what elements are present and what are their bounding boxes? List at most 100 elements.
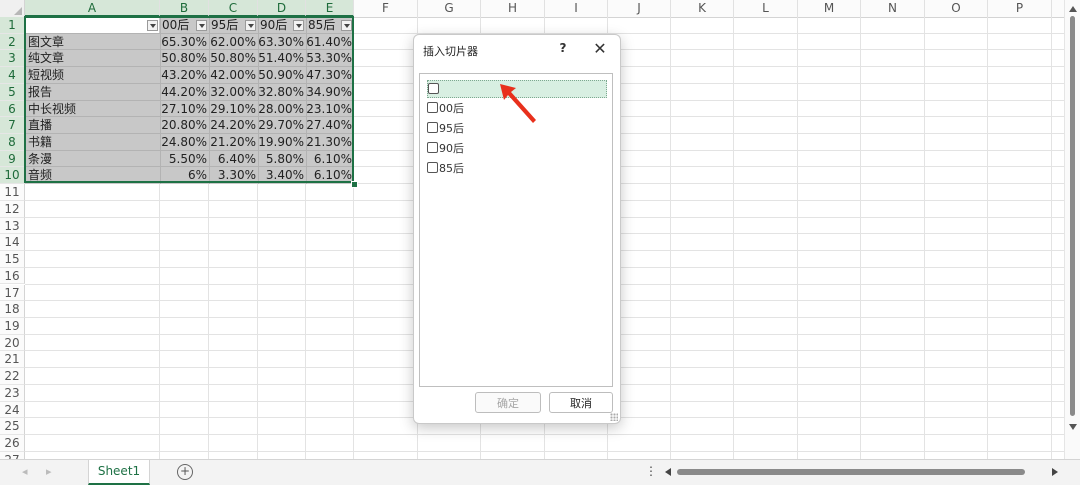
slicer-item[interactable]: 00后 <box>427 100 464 118</box>
value-cell[interactable]: 3.40% <box>258 167 306 183</box>
row-header-10[interactable]: 10 <box>0 167 25 185</box>
value-cell[interactable]: 32.80% <box>258 84 306 100</box>
value-cell[interactable]: 19.90% <box>258 134 306 150</box>
column-header-j[interactable]: J <box>608 0 671 17</box>
row-header-2[interactable]: 2 <box>0 33 25 51</box>
row-header-22[interactable]: 22 <box>0 368 25 385</box>
row-label-cell[interactable]: 书籍 <box>28 134 158 150</box>
row-header-15[interactable]: 15 <box>0 251 25 268</box>
column-header-o[interactable]: O <box>925 0 988 17</box>
checkbox-icon[interactable] <box>427 122 438 133</box>
column-header-m[interactable]: M <box>798 0 861 17</box>
row-header-23[interactable]: 23 <box>0 384 25 402</box>
row-header-13[interactable]: 13 <box>0 217 25 235</box>
slicer-item[interactable]: 85后 <box>427 160 464 178</box>
row-label-cell[interactable]: 音频 <box>28 167 158 183</box>
column-header-d[interactable]: D <box>258 0 306 17</box>
column-header-l[interactable]: L <box>734 0 798 17</box>
row-header-7[interactable]: 7 <box>0 117 25 134</box>
row-header-5[interactable]: 5 <box>0 83 25 101</box>
help-icon[interactable]: ? <box>555 41 571 55</box>
value-cell[interactable]: 51.40% <box>258 50 306 66</box>
value-cell[interactable]: 50.80% <box>209 50 258 66</box>
value-cell[interactable]: 32.00% <box>209 84 258 100</box>
value-cell[interactable]: 29.10% <box>209 101 258 117</box>
value-cell[interactable]: 6.10% <box>306 167 354 183</box>
row-header-16[interactable]: 16 <box>0 267 25 285</box>
value-cell[interactable]: 23.10% <box>306 101 354 117</box>
row-header-4[interactable]: 4 <box>0 67 25 84</box>
row-label-cell[interactable]: 直播 <box>28 117 158 133</box>
vertical-scroll-thumb[interactable] <box>1070 16 1075 416</box>
value-cell[interactable]: 5.50% <box>160 151 209 167</box>
row-header-3[interactable]: 3 <box>0 50 25 68</box>
column-header-cell[interactable]: 85后 <box>308 17 340 33</box>
value-cell[interactable]: 34.90% <box>306 84 354 100</box>
row-label-cell[interactable]: 中长视频 <box>28 101 158 117</box>
cancel-button[interactable]: 取消 <box>549 392 613 413</box>
value-cell[interactable]: 24.20% <box>209 117 258 133</box>
row-label-cell[interactable]: 短视频 <box>28 67 158 83</box>
column-header-f[interactable]: F <box>354 0 418 17</box>
row-header-12[interactable]: 12 <box>0 200 25 218</box>
scroll-left-icon[interactable] <box>665 468 671 476</box>
row-label-cell[interactable]: 条漫 <box>28 151 158 167</box>
vertical-scrollbar[interactable] <box>1064 0 1080 459</box>
slicer-item[interactable]: 95后 <box>427 120 464 138</box>
value-cell[interactable]: 27.40% <box>306 117 354 133</box>
row-header-20[interactable]: 20 <box>0 334 25 352</box>
value-cell[interactable]: 44.20% <box>160 84 209 100</box>
row-header-11[interactable]: 11 <box>0 184 25 201</box>
column-header-p[interactable]: P <box>988 0 1052 17</box>
column-header-n[interactable]: N <box>861 0 925 17</box>
value-cell[interactable]: 63.30% <box>258 34 306 50</box>
value-cell[interactable]: 62.00% <box>209 34 258 50</box>
row-header-1[interactable]: 1 <box>0 17 25 34</box>
value-cell[interactable]: 6% <box>160 167 209 183</box>
row-header-21[interactable]: 21 <box>0 351 25 369</box>
value-cell[interactable]: 6.10% <box>306 151 354 167</box>
ok-button[interactable]: 确定 <box>475 392 541 413</box>
column-header-k[interactable]: K <box>671 0 734 17</box>
filter-dropdown-icon[interactable] <box>293 20 304 31</box>
value-cell[interactable]: 20.80% <box>160 117 209 133</box>
filter-dropdown-icon[interactable] <box>245 20 256 31</box>
scroll-right-icon[interactable] <box>1052 468 1058 476</box>
value-cell[interactable]: 5.80% <box>258 151 306 167</box>
row-label-cell[interactable]: 纯文章 <box>28 50 158 66</box>
value-cell[interactable]: 27.10% <box>160 101 209 117</box>
value-cell[interactable]: 53.30% <box>306 50 354 66</box>
row-header-8[interactable]: 8 <box>0 134 25 151</box>
value-cell[interactable]: 21.30% <box>306 134 354 150</box>
row-header-27[interactable]: 27 <box>0 451 25 459</box>
resize-grip-icon[interactable] <box>610 413 618 421</box>
horizontal-scroll-thumb[interactable] <box>677 469 1025 475</box>
row-header-14[interactable]: 14 <box>0 234 25 252</box>
row-header-26[interactable]: 26 <box>0 435 25 452</box>
tab-prev-icon[interactable]: ◂ <box>22 465 28 478</box>
add-sheet-icon[interactable]: + <box>177 464 193 480</box>
column-header-i[interactable]: I <box>545 0 608 17</box>
header-cell-a1[interactable] <box>25 17 159 33</box>
value-cell[interactable]: 24.80% <box>160 134 209 150</box>
tab-sheet1[interactable]: Sheet1 <box>88 460 150 485</box>
row-header-18[interactable]: 18 <box>0 301 25 318</box>
column-header-cell[interactable]: 00后 <box>162 17 195 33</box>
column-header-b[interactable]: B <box>160 0 209 17</box>
column-header-e[interactable]: E <box>306 0 354 17</box>
value-cell[interactable]: 42.00% <box>209 67 258 83</box>
column-header-cell[interactable]: 90后 <box>260 17 292 33</box>
filter-dropdown-icon[interactable] <box>196 20 207 31</box>
row-header-24[interactable]: 24 <box>0 401 25 419</box>
scroll-up-icon[interactable] <box>1069 6 1077 12</box>
checkbox-icon[interactable] <box>428 83 439 94</box>
column-header-c[interactable]: C <box>209 0 258 17</box>
filter-dropdown-icon[interactable] <box>341 20 352 31</box>
value-cell[interactable]: 61.40% <box>306 34 354 50</box>
tab-next-icon[interactable]: ▸ <box>46 465 52 478</box>
column-header-h[interactable]: H <box>481 0 545 17</box>
select-all-corner[interactable] <box>0 0 25 17</box>
value-cell[interactable]: 6.40% <box>209 151 258 167</box>
filter-dropdown-icon[interactable] <box>147 20 158 31</box>
scroll-down-icon[interactable] <box>1069 424 1077 430</box>
